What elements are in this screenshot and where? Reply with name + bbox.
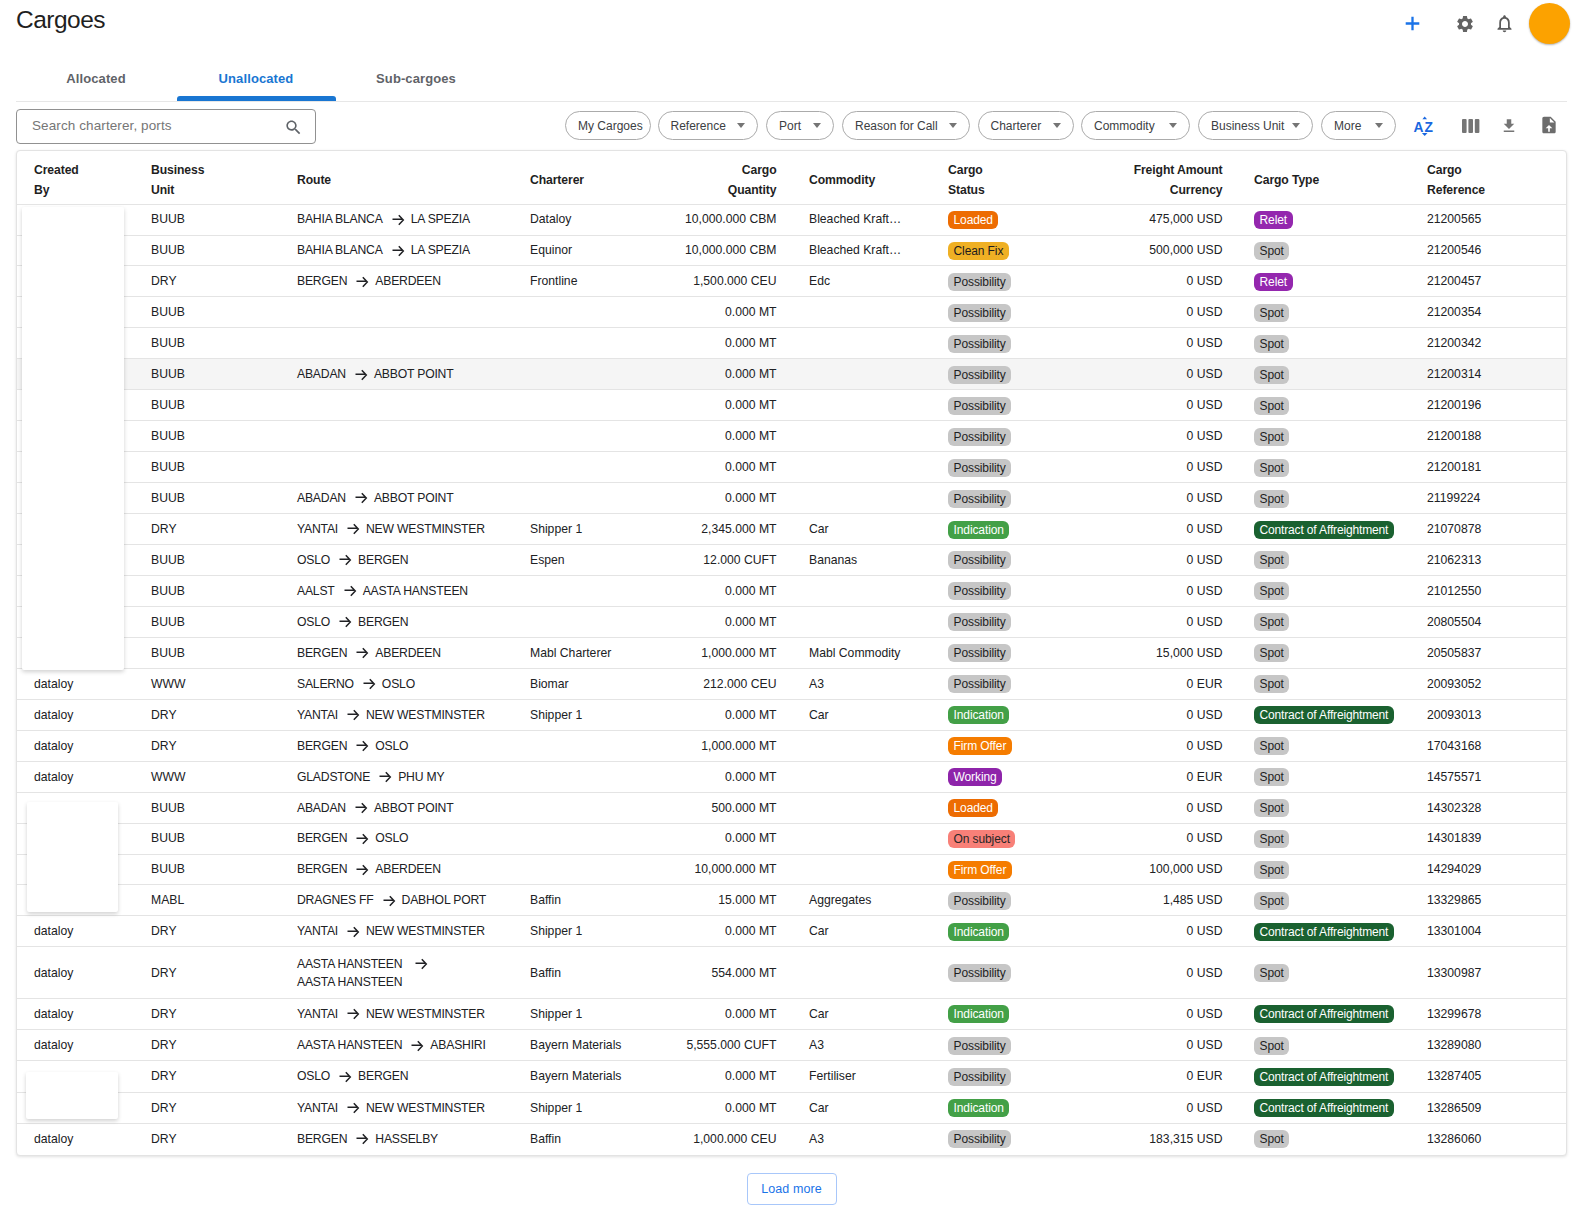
svg-text:Z: Z [1425,118,1434,135]
svg-text:A: A [1413,118,1424,135]
